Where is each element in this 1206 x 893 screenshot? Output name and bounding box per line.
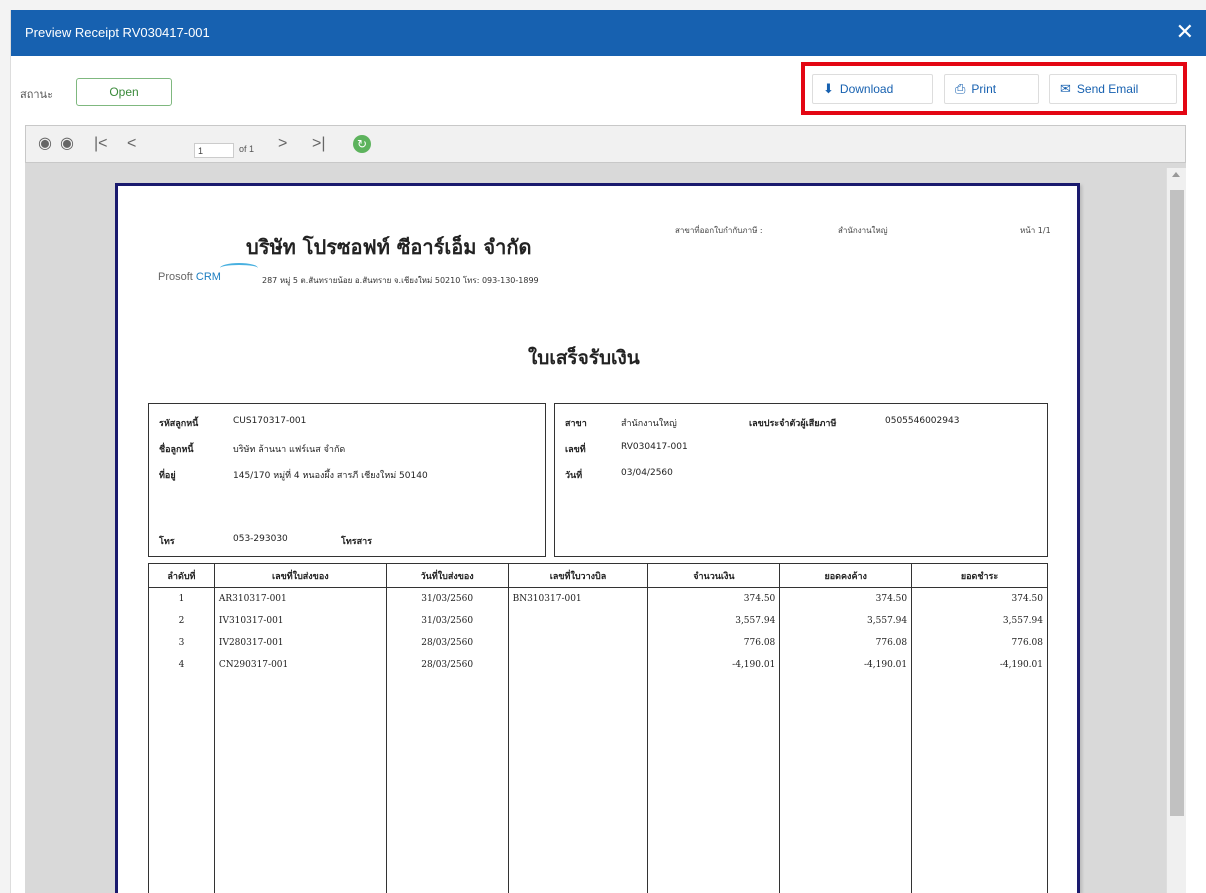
customer-code: CUS170317-001 [233, 416, 307, 426]
table-cell: 31/03/2560 [385, 587, 509, 610]
customer-code-label: รหัสลูกหนี้ [159, 419, 199, 429]
customer-tel: 053-293030 [233, 534, 288, 544]
envelope-icon: ✉ [1060, 81, 1071, 96]
table-cell: 28/03/2560 [385, 653, 509, 676]
branch-header-value: สำนักงานใหญ่ [838, 226, 888, 235]
table-cell: 374.50 [779, 587, 913, 610]
tax-id: 0505546002943 [885, 416, 960, 426]
download-icon: ⬇ [823, 81, 834, 96]
customer-tel-label: โทร [159, 537, 175, 547]
tax-id-label: เลขประจำตัวผู้เสียภาษี [749, 419, 837, 429]
print-label: Print [971, 82, 997, 96]
scroll-thumb[interactable] [1170, 190, 1184, 816]
last-page-icon[interactable]: >| [312, 133, 326, 155]
download-button[interactable]: ⬇ Download [812, 74, 933, 104]
page-count: of 1 [239, 144, 255, 154]
next-page-icon[interactable]: > [278, 133, 287, 155]
table-cell: -4,190.01 [911, 653, 1048, 676]
refresh-icon[interactable]: ↻ [353, 135, 371, 153]
table-filler-row [148, 675, 1048, 893]
doc-number-label: เลขที่ [565, 445, 586, 455]
table-cell: 3,557.94 [911, 609, 1048, 632]
table-cell: 3,557.94 [779, 609, 913, 632]
logo-swoosh [220, 263, 258, 273]
customer-info-box: รหัสลูกหนี้ CUS170317-001 ชื่อลูกหนี้ บร… [148, 403, 546, 557]
col-header: ยอดคงค้าง [779, 563, 913, 588]
table-cell: IV310317-001 [213, 609, 387, 632]
document-title: ใบเสร็จรับเงิน [528, 347, 640, 369]
company-name: บริษัท โปรซอฟท์ ซีอาร์เอ็ม จำกัด [246, 235, 532, 259]
company-logo: Prosoft CRM [158, 263, 258, 283]
page-number-input[interactable] [194, 143, 234, 158]
logo-suffix: CRM [195, 271, 221, 283]
customer-name: บริษัท ล้านนา แฟร์เนส จำกัด [233, 445, 346, 455]
table-cell: 374.50 [911, 587, 1048, 610]
table-cell: 28/03/2560 [385, 631, 509, 654]
close-icon[interactable]: ✕ [1176, 19, 1194, 45]
doc-branch: สำนักงานใหญ่ [621, 419, 677, 429]
table-cell: IV280317-001 [213, 631, 387, 654]
doc-number: RV030417-001 [621, 442, 688, 452]
table-cell: 374.50 [647, 587, 781, 610]
col-header: ลำดับที่ [148, 563, 215, 588]
table-cell: 2 [148, 609, 215, 632]
table-header-row: ลำดับที่ เลขที่ใบส่งของ วันที่ใบส่งของ เ… [148, 563, 1048, 588]
dialog-titlebar: Preview Receipt RV030417-001 ✕ [11, 10, 1206, 56]
dialog-title: Preview Receipt RV030417-001 [25, 25, 210, 40]
table-cell: 1 [148, 587, 215, 610]
table-cell: 4 [148, 653, 215, 676]
doc-date-label: วันที่ [565, 471, 583, 481]
send-email-label: Send Email [1076, 82, 1139, 96]
col-header: จำนวนเงิน [647, 563, 781, 588]
report-viewer-toolbar: ◉ ◉ |< < of 1 > >| ↻ [25, 125, 1186, 163]
customer-name-label: ชื่อลูกหนี้ [159, 445, 194, 455]
table-cell: 3 [148, 631, 215, 654]
table-row: 1 AR310317-001 31/03/2560 BN310317-001 3… [148, 587, 1048, 610]
back-circle-icon[interactable]: ◉ [38, 133, 52, 155]
table-cell: -4,190.01 [647, 653, 781, 676]
table-cell [507, 609, 649, 632]
col-header: เลขที่ใบส่งของ [213, 563, 387, 588]
table-cell: 776.08 [911, 631, 1048, 654]
customer-address: 145/170 หมู่ที่ 4 หนองผึ้ง สารภี เชียงให… [233, 471, 428, 481]
table-cell: CN290317-001 [213, 653, 387, 676]
print-button[interactable]: ⎙ Print [944, 74, 1039, 104]
table-row: 4 CN290317-001 28/03/2560 -4,190.01 -4,1… [148, 653, 1048, 676]
status-badge[interactable]: Open [76, 78, 172, 106]
table-cell: 31/03/2560 [385, 609, 509, 632]
forward-circle-icon[interactable]: ◉ [60, 133, 74, 155]
document-info-box: สาขา สำนักงานใหญ่ เลขประจำตัวผู้เสียภาษี… [554, 403, 1048, 557]
first-page-icon[interactable]: |< [94, 133, 108, 155]
branch-header-label: สาขาที่ออกใบกำกับภาษี : [675, 226, 763, 235]
download-label: Download [839, 82, 894, 96]
vertical-scrollbar[interactable] [1166, 168, 1186, 893]
table-row: 2 IV310317-001 31/03/2560 3,557.94 3,557… [148, 609, 1048, 632]
table-cell: 3,557.94 [647, 609, 781, 632]
status-label: สถานะ [20, 88, 53, 101]
printer-icon: ⎙ [955, 81, 966, 96]
send-email-button[interactable]: ✉ Send Email [1049, 74, 1177, 104]
table-cell [507, 653, 649, 676]
scroll-up-icon[interactable] [1172, 172, 1180, 177]
table-row: 3 IV280317-001 28/03/2560 776.08 776.08 … [148, 631, 1048, 654]
col-header: ยอดชำระ [911, 563, 1048, 588]
table-cell: 776.08 [647, 631, 781, 654]
doc-date: 03/04/2560 [621, 468, 673, 478]
col-header: เลขที่ใบวางบิล [507, 563, 649, 588]
receipt-items-table: ลำดับที่ เลขที่ใบส่งของ วันที่ใบส่งของ เ… [148, 563, 1048, 893]
table-cell: BN310317-001 [507, 587, 649, 610]
logo-prefix: Prosoft [158, 271, 193, 283]
col-header: วันที่ใบส่งของ [385, 563, 509, 588]
company-address: 287 หมู่ 5 ต.สันทรายน้อย อ.สันทราย จ.เชี… [262, 276, 539, 285]
receipt-page: สาขาที่ออกใบกำกับภาษี : สำนักงานใหญ่ หน้… [115, 183, 1080, 893]
customer-fax-label: โทรสาร [341, 537, 372, 547]
table-cell: AR310317-001 [213, 587, 387, 610]
table-cell: -4,190.01 [779, 653, 913, 676]
page-indicator: หน้า 1/1 [1020, 226, 1051, 235]
table-cell: 776.08 [779, 631, 913, 654]
table-cell [507, 631, 649, 654]
customer-address-label: ที่อยู่ [159, 471, 176, 481]
doc-branch-label: สาขา [565, 419, 587, 429]
prev-page-icon[interactable]: < [127, 133, 136, 155]
